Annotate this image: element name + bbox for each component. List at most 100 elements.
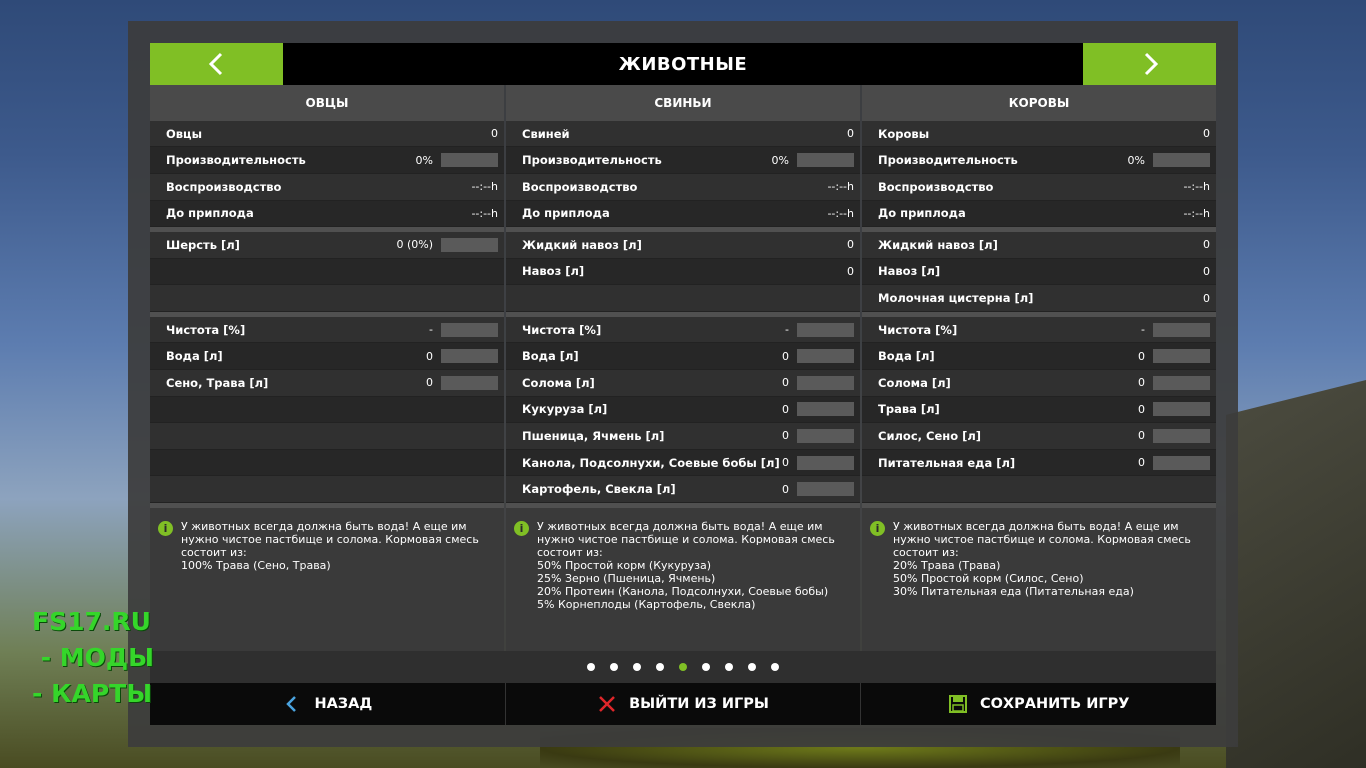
stat-value: 0 [1203,238,1210,252]
stat-row [506,285,860,312]
stat-label: Навоз [л] [522,264,585,279]
stat-value: 0 [782,456,789,470]
stat-row: До приплода --:--h [506,200,860,228]
stat-label: Чистота [%] [166,322,246,337]
stat-label: Молочная цистерна [л] [878,291,1034,306]
stat-row: Вода [л] 0 [150,343,504,370]
stat-label: Чистота [%] [878,322,958,337]
stat-row: Силос, Сено [л] 0 [862,423,1216,450]
info-box: i У животных всегда должна быть вода! А е… [150,507,504,651]
stat-row: Пшеница, Ячмень [л] 0 [506,423,860,450]
info-text: У животных всегда должна быть вода! А ещ… [181,519,479,572]
stat-value: 0 [1203,264,1210,278]
stat-value: - [785,323,789,337]
page-title: ЖИВОТНЫЕ [618,53,748,75]
page-dot[interactable] [771,663,779,671]
stat-value: 0 [1138,402,1145,416]
stat-label: Картофель, Свекла [л] [522,482,676,497]
stat-label: Жидкий навоз [л] [878,237,998,252]
stat-row: Воспроизводство --:--h [150,173,504,201]
page-dot[interactable] [725,663,733,671]
level-bar [441,322,498,337]
stat-label: Солома [л] [522,375,595,390]
stat-label: Шерсть [л] [166,237,240,252]
stat-label: Навоз [л] [878,264,941,279]
page-dot[interactable] [633,663,641,671]
info-text: У животных всегда должна быть вода! А ещ… [893,519,1191,598]
stat-label: Овцы [166,126,202,141]
stat-value: 0 [782,402,789,416]
stat-row [150,449,504,477]
stat-value: 0 [782,349,789,363]
stat-row: До приплода --:--h [150,200,504,228]
level-bar [441,237,498,252]
stat-value: 0 [847,264,854,278]
stat-row: Чистота [%] - [506,316,860,344]
stat-label: Производительность [522,153,662,168]
page-dot[interactable] [587,663,595,671]
stat-row: Картофель, Свекла [л] 0 [506,476,860,503]
stat-row: Воспроизводство --:--h [506,173,860,201]
level-bar [1153,322,1210,337]
page-indicator [150,651,1216,683]
animal-column: СВИНЬИ Свиней 0 Производительность 0% Воспрои… [506,85,860,651]
stat-row [862,476,1216,503]
level-bar [441,349,498,364]
next-page-button[interactable] [1083,43,1216,85]
stat-row: Кукуруза [л] 0 [506,396,860,424]
info-icon: i [514,520,529,536]
stat-row: Шерсть [л] 0 (0%) [150,232,504,259]
stat-value: 0% [415,153,433,167]
stat-value: 0 [1203,291,1210,305]
stat-label: Воспроизводство [878,179,994,194]
stat-value: 0 [782,376,789,390]
page-dot[interactable] [748,663,756,671]
stat-row [150,476,504,503]
stat-label: До приплода [522,206,610,221]
stat-value: 0 [1138,456,1145,470]
prev-page-button[interactable] [150,43,283,85]
back-button[interactable]: НАЗАД [150,683,506,725]
level-bar [797,349,854,364]
stat-label: Солома [л] [878,375,951,390]
stat-row: Чистота [%] - [150,316,504,344]
stat-value: 0 (0%) [396,238,433,252]
stat-label: Сено, Трава [л] [166,375,269,390]
page-dot[interactable] [656,663,664,671]
animal-column: КОРОВЫ Коровы 0 Производительность 0% Воспрои… [862,85,1216,651]
stat-row: Солома [л] 0 [862,370,1216,397]
save-button-label: СОХРАНИТЬ ИГРУ [979,696,1130,712]
background-building [1226,380,1366,768]
stat-value: - [429,323,433,337]
info-icon: i [870,520,885,536]
stat-row: Солома [л] 0 [506,370,860,397]
stat-label: До приплода [166,206,254,221]
stat-label: Вода [л] [878,349,935,364]
stat-label: Трава [л] [878,402,940,417]
header-bar: ЖИВОТНЫЕ [150,43,1216,85]
stat-label: Чистота [%] [522,322,602,337]
quit-game-button[interactable]: ВЫЙТИ ИЗ ИГРЫ [505,683,862,725]
stat-label: Свиней [522,126,570,141]
stat-row: Вода [л] 0 [862,343,1216,370]
level-bar [441,153,498,168]
stat-value: 0 [1203,127,1210,141]
stat-row: Вода [л] 0 [506,343,860,370]
stat-label: Вода [л] [522,349,579,364]
stat-row: Канола, Подсолнухи, Соевые бобы [л] 0 [506,449,860,477]
page-dot[interactable] [702,663,710,671]
page-dot[interactable] [679,663,687,671]
bottom-bar: НАЗАД ВЫЙТИ ИЗ ИГРЫ СОХРАНИТЬ ИГРУ [150,683,1217,725]
stat-label: До приплода [878,206,966,221]
stat-row: Производительность 0% [862,147,1216,174]
page-dot[interactable] [610,663,618,671]
save-game-button[interactable]: СОХРАНИТЬ ИГРУ [861,683,1217,725]
stat-value: 0 [1138,349,1145,363]
stat-label: Воспроизводство [522,179,638,194]
stat-row: Питательная еда [л] 0 [862,449,1216,477]
stat-label: Канола, Подсолнухи, Соевые бобы [л] [522,455,780,470]
stat-value: 0 [782,482,789,496]
stat-value: - [1141,323,1145,337]
stat-row: Воспроизводство --:--h [862,173,1216,201]
animal-columns: ОВЦЫ Овцы 0 Производительность 0% Воспроизвод… [150,85,1216,651]
